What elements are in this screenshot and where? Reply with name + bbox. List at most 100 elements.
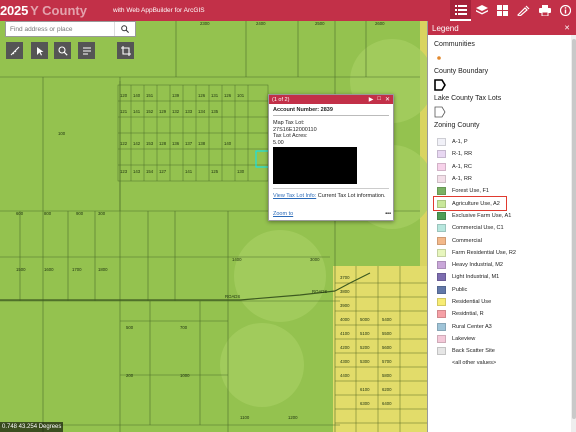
close-icon[interactable]: ✕ [385,96,390,103]
svg-text:132: 132 [172,109,180,114]
zoom-to-link[interactable]: Zoom to [273,211,293,217]
zoning-label: Light Industrial, M1 [452,274,500,281]
maximize-icon[interactable]: □ [377,96,381,103]
svg-text:800: 800 [44,211,52,216]
find-tool-icon[interactable] [54,42,71,59]
svg-text:500: 500 [126,325,134,330]
svg-text:5500: 5500 [382,331,392,336]
zoning-label: A-1, RR [452,176,472,183]
legend-item-zoning: Residntial, R [434,308,576,320]
zoning-label: Exclusive Farm Use, A1 [452,212,512,219]
zoning-color-swatch [437,273,446,282]
svg-text:134: 134 [198,109,206,114]
svg-text:154: 154 [146,169,154,174]
svg-text:5400: 5400 [382,317,392,322]
community-point-icon [437,56,441,60]
view-tax-lot-link[interactable]: View Tax Lot Info: [273,193,316,199]
svg-text:2300: 2300 [200,21,210,26]
svg-text:3800: 3800 [340,289,350,294]
zoning-color-swatch [437,248,446,257]
popup-page-indicator: (1 of 2) [272,96,290,103]
boundary-polygon-icon [434,79,446,91]
draw-icon[interactable] [513,0,534,21]
zoning-label: Residntial, R [452,311,484,318]
svg-text:ROADS: ROADS [225,294,240,299]
svg-text:6200: 6200 [382,387,392,392]
legend-scrollbar-thumb[interactable] [571,39,576,419]
svg-text:1600: 1600 [44,267,54,272]
print-icon[interactable] [534,0,555,21]
popup-controls: ▶ □ ✕ [369,96,393,103]
legend-item-zoning: Agriculture Use, A2 [433,196,507,211]
map-view[interactable]: 120 140 151 139 126 131 126 101 121 141 152 129 132… [0,21,427,432]
close-icon[interactable]: ✕ [564,24,576,32]
legend-list-icon[interactable] [450,0,471,21]
app-header: 2025 Y County with Web AppBuilder for Ar… [0,0,576,21]
legend-item-zoning: Farm Residential Use, R2 [434,247,576,259]
legend-item-zoning: Light Industrial, M1 [434,271,576,283]
basemap-gallery-icon[interactable] [492,0,513,21]
zoning-label: R-1, RR [452,151,473,158]
svg-text:5200: 5200 [360,345,370,350]
zoning-color-swatch [437,334,446,343]
svg-text:1100: 1100 [240,415,250,420]
app-title: 2025 [0,3,29,18]
select-tool-icon[interactable] [31,42,48,59]
svg-text:1000: 1000 [180,373,190,378]
zoning-color-swatch [437,236,446,245]
zoning-color-swatch [437,224,446,233]
svg-text:1800: 1800 [98,267,108,272]
redacted-block [273,147,357,184]
legend-item-zoning: Forest Use, F1 [434,185,576,197]
zoning-color-swatch [437,347,446,356]
svg-text:100: 100 [58,131,66,136]
svg-text:122: 122 [120,141,128,146]
svg-text:151: 151 [146,93,154,98]
legend-scrollbar[interactable] [571,35,576,432]
svg-text:3900: 3900 [340,303,350,308]
svg-text:143: 143 [133,169,141,174]
more-actions-button[interactable]: ••• [385,211,391,217]
popup-divider [273,188,389,189]
layer-title-tax-lots: Lake County Tax Lots [434,95,502,102]
zoning-color-swatch [437,162,446,171]
layers-icon[interactable] [471,0,492,21]
legend-panel: Legend ✕ Communities County Boundary Lak… [427,21,576,432]
svg-text:4100: 4100 [340,331,350,336]
svg-text:2400: 2400 [256,21,266,26]
legend-item-zoning: Rural Center A3 [434,320,576,332]
zoning-color-swatch [437,261,446,270]
svg-text:5100: 5100 [360,331,370,336]
svg-text:136: 136 [172,141,180,146]
parcel-map-canvas: 120 140 151 139 126 131 126 101 121 141 152 129 132… [0,21,427,432]
svg-text:1700: 1700 [72,267,82,272]
svg-text:141: 141 [133,109,141,114]
svg-text:200: 200 [126,373,134,378]
measure-tool-icon[interactable] [6,42,23,59]
layer-title-communities: Communities [434,41,475,48]
zoning-label: Public [452,286,468,293]
zoning-color-swatch [437,150,446,159]
svg-text:5300: 5300 [360,359,370,364]
zoning-label: Farm Residential Use, R2 [452,249,517,256]
about-icon[interactable] [555,0,576,21]
svg-text:5800: 5800 [382,373,392,378]
legend-item-zoning: Lakeview [434,333,576,345]
zoning-color-swatch [437,175,446,184]
svg-text:6300: 6300 [360,401,370,406]
legend-item-zoning: Residential Use [434,296,576,308]
search-input[interactable] [6,25,114,33]
svg-text:5700: 5700 [382,359,392,364]
svg-text:123: 123 [120,169,128,174]
crop-tool-icon[interactable] [117,42,134,59]
svg-text:4200: 4200 [340,345,350,350]
svg-text:2600: 2600 [375,21,385,26]
next-feature-icon[interactable]: ▶ [369,96,374,103]
search-icon[interactable] [114,22,134,36]
zoning-label: A-1, P [452,139,468,146]
coordinate-tool-icon[interactable] [78,42,95,59]
svg-text:140: 140 [224,141,232,146]
svg-text:2500: 2500 [315,21,325,26]
zoning-label: Commercial Use, C1 [452,225,504,232]
svg-text:1200: 1200 [288,415,298,420]
